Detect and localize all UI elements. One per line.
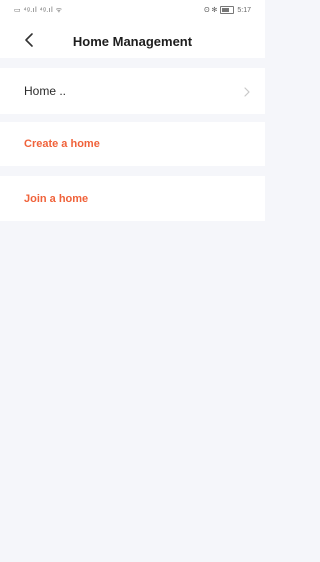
home-name: Home .. bbox=[24, 84, 67, 98]
page-title: Home Management bbox=[72, 34, 193, 49]
create-home-button[interactable]: Create a home bbox=[0, 122, 265, 166]
home-list-item[interactable]: Home .. bbox=[0, 68, 265, 114]
join-home-label: Join a home bbox=[24, 192, 89, 205]
chevron-right-icon bbox=[243, 85, 251, 97]
alarm-bluetooth-icons: ʘ ✻ bbox=[204, 7, 218, 14]
create-home-label: Create a home bbox=[24, 138, 100, 150]
status-time: 5:17 bbox=[237, 6, 251, 14]
nav-bar: Home Management bbox=[0, 26, 265, 56]
top-bar: ▭ ⁴ᵍ.ıl ⁴ᵍ.ıl ᯤ ʘ ✻ 5:17 Home Management bbox=[0, 0, 265, 58]
status-bar: ▭ ⁴ᵍ.ıl ⁴ᵍ.ıl ᯤ ʘ ✻ 5:17 bbox=[0, 0, 265, 22]
status-right: ʘ ✻ 5:17 bbox=[204, 6, 251, 14]
signal-icons: ▭ ⁴ᵍ.ıl ⁴ᵍ.ıl ᯤ bbox=[14, 7, 63, 14]
battery-icon bbox=[220, 6, 235, 14]
join-home-button[interactable]: Join a home bbox=[0, 176, 265, 221]
